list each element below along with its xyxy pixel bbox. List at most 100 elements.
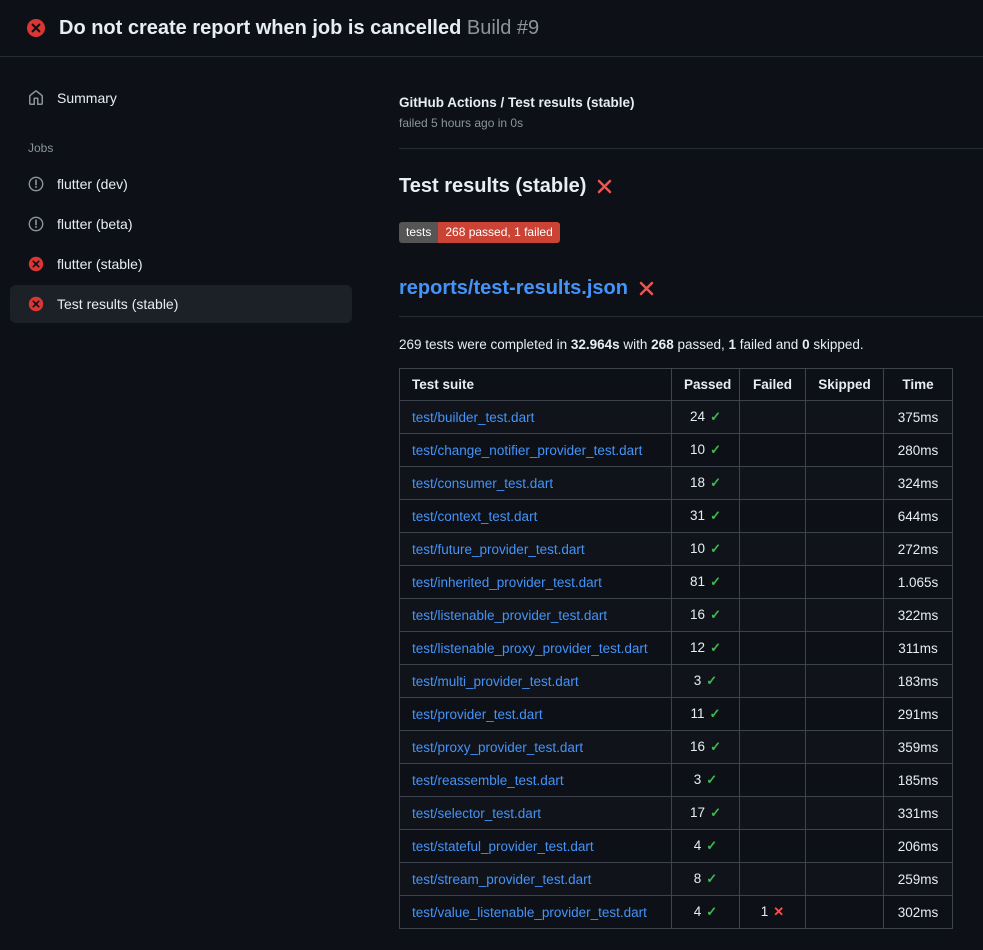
suite-cell: test/listenable_provider_test.dart [400,599,672,632]
skipped-cell [806,533,884,566]
test-suite-row: test/proxy_provider_test.dart16✓359ms [400,731,953,764]
sidebar-job-test-results-stable[interactable]: Test results (stable) [10,285,352,323]
badge-value: 268 passed, 1 failed [438,222,559,243]
skipped-cell [806,599,884,632]
table-body: test/builder_test.dart24✓375mstest/chang… [400,401,953,929]
test-suite-row: test/consumer_test.dart18✓324ms [400,467,953,500]
test-suite-link[interactable]: test/future_provider_test.dart [412,542,585,557]
check-icon: ✓ [706,904,717,919]
status-line: failed 5 hours ago in 0s [399,116,983,130]
failed-cell [740,599,806,632]
check-icon: ✓ [710,508,721,523]
jobs-heading: Jobs [0,119,399,165]
test-suite-link[interactable]: test/provider_test.dart [412,707,543,722]
count: 16 [690,607,705,622]
sidebar-summary-label: Summary [57,90,117,106]
page-title: Do not create report when job is cancell… [59,17,539,40]
summary-segment: 1 [729,337,737,352]
failed-status-icon [28,296,44,312]
test-suite-link[interactable]: test/builder_test.dart [412,410,534,425]
skipped-cell [806,863,884,896]
failed-cell [740,698,806,731]
passed-cell: 8✓ [672,863,740,896]
sidebar-job-flutter-dev[interactable]: flutter (dev) [10,165,352,203]
test-suite-link[interactable]: test/change_notifier_provider_test.dart [412,443,642,458]
check-icon: ✓ [710,739,721,754]
sidebar-job-flutter-stable[interactable]: flutter (stable) [10,245,352,283]
suite-cell: test/builder_test.dart [400,401,672,434]
summary-segment: 0 [802,337,810,352]
check-icon: ✓ [706,838,717,853]
main-content: GitHub Actions / Test results (stable) f… [399,57,983,929]
suite-cell: test/change_notifier_provider_test.dart [400,434,672,467]
test-suite-row: test/provider_test.dart11✓291ms [400,698,953,731]
report-file-link[interactable]: reports/test-results.json [399,277,628,300]
test-suite-link[interactable]: test/reassemble_test.dart [412,773,564,788]
check-icon: ✓ [710,541,721,556]
test-suite-row: test/reassemble_test.dart 3✓ 185ms [400,764,953,797]
test-suite-link[interactable]: test/proxy_provider_test.dart [412,740,583,755]
failed-cell [740,401,806,434]
skipped-cell [806,731,884,764]
build-number: Build #9 [467,17,539,39]
count: 10 [690,541,705,556]
suite-cell: test/consumer_test.dart [400,467,672,500]
suite-cell: test/reassemble_test.dart [400,764,672,797]
report-title: reports/test-results.json [399,277,983,300]
passed-cell: 16✓ [672,599,740,632]
failed-cell [740,533,806,566]
passed-cell: 10 ✓ [672,533,740,566]
time-cell: 185ms [884,764,953,797]
test-suite-link[interactable]: test/inherited_provider_test.dart [412,575,602,590]
test-suite-link[interactable]: test/context_test.dart [412,509,537,524]
sidebar-item-summary[interactable]: Summary [10,79,352,117]
failed-cell [740,566,806,599]
test-suite-row: test/listenable_proxy_provider_test.dart… [400,632,953,665]
column-header: Time [884,369,953,401]
suite-cell: test/context_test.dart [400,500,672,533]
failed-x-icon [638,280,655,297]
test-suite-link[interactable]: test/multi_provider_test.dart [412,674,579,689]
suite-cell: test/multi_provider_test.dart [400,665,672,698]
column-header: Passed [672,369,740,401]
test-suite-row: test/value_listenable_provider_test.dart… [400,896,953,929]
test-suite-link[interactable]: test/stateful_provider_test.dart [412,839,594,854]
time-cell: 644ms [884,500,953,533]
check-icon: ✓ [706,871,717,886]
test-suite-link[interactable]: test/value_listenable_provider_test.dart [412,905,647,920]
failed-cell [740,797,806,830]
skipped-cell [806,797,884,830]
time-cell: 302ms [884,896,953,929]
time-cell: 311ms [884,632,953,665]
failed-x-icon [596,178,613,195]
suite-cell: test/proxy_provider_test.dart [400,731,672,764]
skipped-cell [806,467,884,500]
suite-cell: test/provider_test.dart [400,698,672,731]
test-suite-link[interactable]: test/selector_test.dart [412,806,541,821]
check-icon: ✓ [710,805,721,820]
failed-cell [740,731,806,764]
skipped-cell [806,434,884,467]
test-suite-row: test/context_test.dart31✓644ms [400,500,953,533]
failed-cell [740,764,806,797]
test-suite-link[interactable]: test/listenable_provider_test.dart [412,608,607,623]
sidebar-job-flutter-beta[interactable]: flutter (beta) [10,205,352,243]
count: 8 [694,871,702,886]
passed-cell: 3✓ [672,764,740,797]
divider [399,148,983,149]
time-cell: 375ms [884,401,953,434]
summary-segment: 32.964s [571,337,620,352]
failed-status-icon [26,18,46,38]
neutral-status-icon [28,216,44,232]
check-icon: ✓ [710,475,721,490]
test-suite-link[interactable]: test/stream_provider_test.dart [412,872,591,887]
test-suite-link[interactable]: test/consumer_test.dart [412,476,553,491]
run-title: Do not create report when job is cancell… [59,17,461,39]
suite-cell: test/value_listenable_provider_test.dart [400,896,672,929]
breadcrumb: GitHub Actions / Test results (stable) [399,95,983,110]
failed-cell [740,830,806,863]
count: 11 [691,706,705,721]
count: 10 [690,442,705,457]
skipped-cell [806,698,884,731]
test-suite-link[interactable]: test/listenable_proxy_provider_test.dart [412,641,648,656]
